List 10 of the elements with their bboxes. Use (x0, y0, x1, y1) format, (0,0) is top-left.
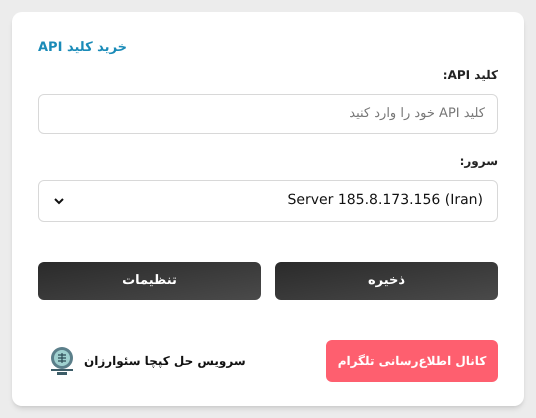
buy-api-key-link[interactable]: خرید کلید API (38, 38, 128, 58)
server-select[interactable]: Server 185.8.173.156 (Iran) (38, 180, 498, 222)
api-key-field[interactable]: کلید API خود را وارد کنید (38, 94, 498, 134)
api-key-label: کلید API: (442, 66, 498, 84)
chevron-down-icon (53, 196, 65, 204)
action-button[interactable]: ذخیره (275, 262, 498, 300)
server-label: سرور: (458, 152, 498, 170)
service-name: سرویس حل کپچا سئوارزان (84, 352, 246, 370)
action-button[interactable]: تنظیمات (38, 262, 261, 300)
logo-icon (48, 346, 76, 376)
